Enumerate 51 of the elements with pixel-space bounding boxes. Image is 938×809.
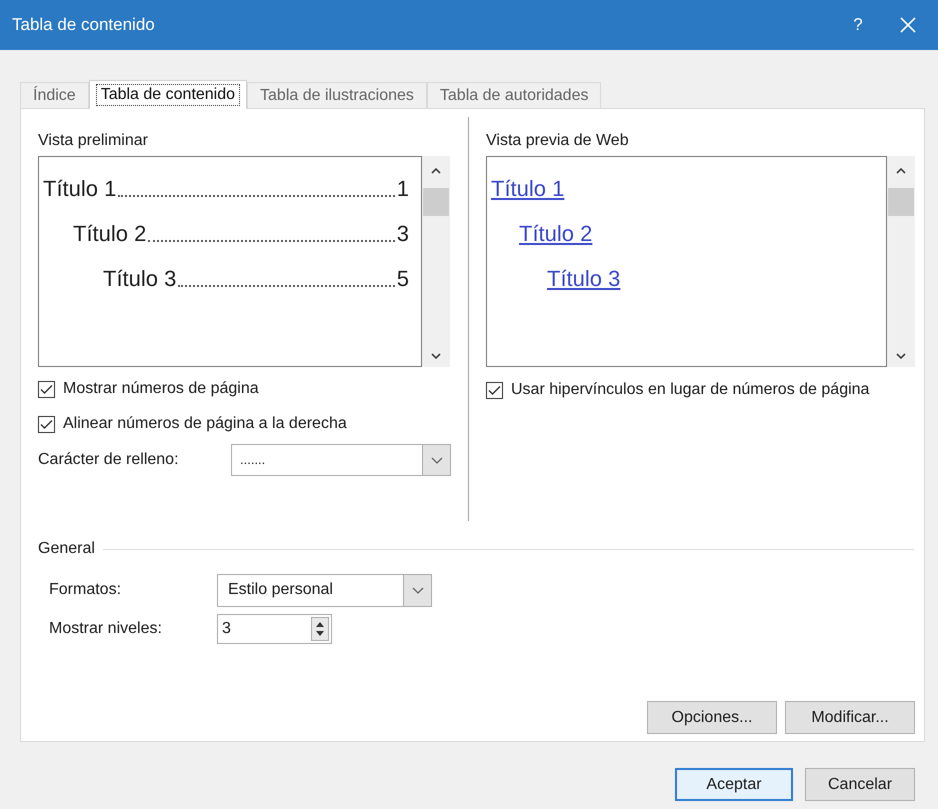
window-title: Tabla de contenido [12, 14, 156, 36]
section-label: Vista preliminar [38, 131, 149, 151]
check-icon [40, 384, 53, 394]
scroll-down-icon [431, 353, 441, 359]
check-icon [40, 418, 53, 430]
help-button[interactable]: ? [838, 5, 878, 45]
scroll-thumb[interactable] [423, 188, 449, 216]
checkbox[interactable] [38, 416, 55, 432]
tab[interactable]: Tabla de autoridades [426, 82, 602, 108]
heading-preview: Título 2 [73, 221, 146, 247]
checkbox-label: Usar hipervínculos en lugar de números de página [511, 380, 870, 400]
section-label: Vista previa de Web [486, 131, 630, 151]
dropdown-button[interactable] [422, 445, 450, 475]
panel-button[interactable]: Opciones... [647, 701, 777, 734]
checkbox-label: Mostrar números de página [63, 379, 259, 399]
tab[interactable]: Índice [20, 82, 89, 108]
scroll-up-icon [896, 168, 906, 174]
field-label: Carácter de relleno: [38, 450, 180, 470]
group-label: General [38, 539, 95, 559]
formats-dropdown[interactable]: Estilo personal [217, 574, 432, 606]
checkbox[interactable] [38, 380, 55, 398]
heading-link[interactable]: Título 2 [519, 221, 592, 247]
scroll-thumb[interactable] [888, 188, 914, 216]
dialog-button[interactable]: Aceptar [675, 768, 793, 801]
chevron-down-icon [430, 456, 442, 464]
checkbox-label: Alinear números de página a la derecha [63, 414, 347, 434]
spinner-arrows-icon [311, 617, 329, 641]
page-number: 3 [396, 221, 409, 247]
tab[interactable]: Tabla de ilustraciones [247, 82, 427, 108]
heading-link[interactable]: Título 1 [491, 176, 564, 202]
panel-button[interactable]: Modificar... [785, 701, 915, 734]
scroll-up-icon [431, 168, 441, 174]
field-label: Mostrar niveles: [49, 619, 163, 639]
page-number: 1 [396, 176, 409, 202]
levels-spinner[interactable]: 3 [217, 614, 332, 644]
leader-dropdown[interactable]: ....... [231, 444, 451, 476]
close-icon [900, 17, 916, 33]
scroll-down-icon [896, 353, 906, 359]
heading-preview: Título 1 [43, 176, 116, 202]
scrollbar[interactable] [422, 156, 450, 367]
field-label: Formatos: [49, 580, 122, 600]
check-icon [488, 385, 501, 396]
scrollbar[interactable] [887, 156, 915, 367]
dialog-button[interactable]: Cancelar [805, 768, 915, 801]
page-number: 5 [396, 266, 409, 292]
heading-preview: Título 3 [103, 266, 176, 292]
dropdown-button[interactable] [403, 574, 431, 606]
chevron-down-icon [412, 586, 424, 594]
tab[interactable]: Tabla de contenido [88, 80, 248, 109]
checkbox[interactable] [486, 382, 503, 399]
heading-link[interactable]: Título 3 [547, 266, 620, 292]
